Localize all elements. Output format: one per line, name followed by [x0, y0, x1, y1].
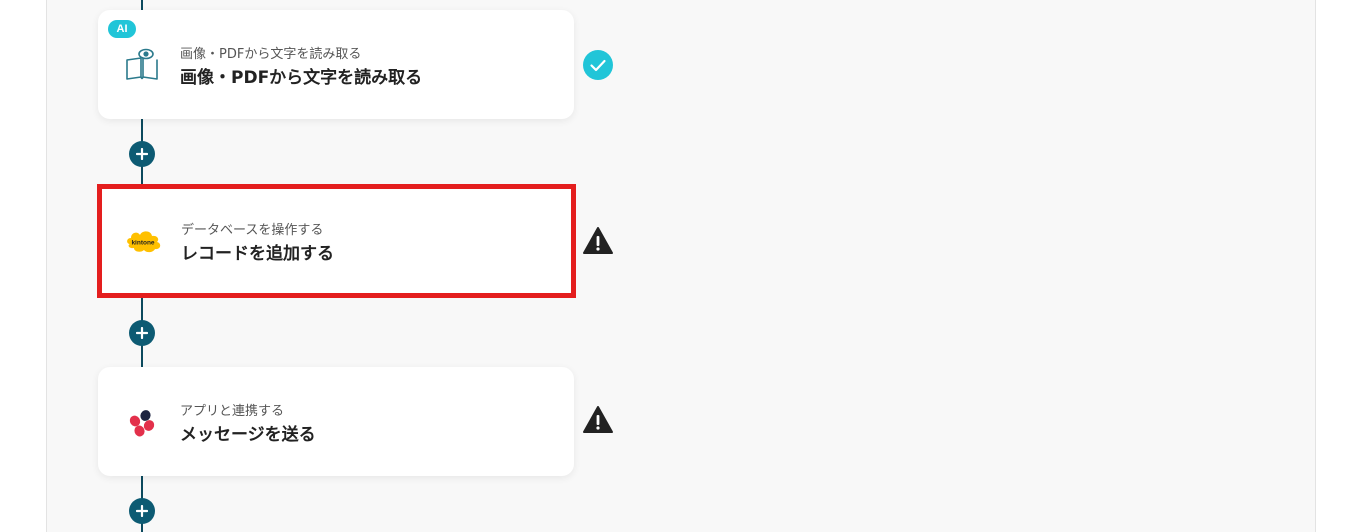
add-step-button[interactable] [129, 141, 155, 167]
plus-icon [136, 327, 148, 339]
chatwork-icon [122, 404, 162, 440]
add-step-button[interactable] [129, 320, 155, 346]
step-title: レコードを追加する [181, 244, 334, 264]
step-card-ocr[interactable]: AI 画像・PDFから文字を読み取る 画像・PDFから文字を読み取る [98, 10, 574, 119]
ai-badge: AI [108, 20, 136, 38]
step-subtitle: アプリと連携する [180, 404, 285, 419]
step-subtitle: データベースを操作する [181, 223, 324, 238]
warning-icon [582, 404, 614, 436]
kintone-icon: kintone [124, 223, 164, 259]
step-subtitle: 画像・PDFから文字を読み取る [180, 47, 362, 62]
add-step-button[interactable] [129, 498, 155, 524]
step-card-kintone[interactable]: kintone データベースを操作する レコードを追加する [97, 184, 576, 298]
step-card-chatwork[interactable]: アプリと連携する メッセージを送る [98, 367, 574, 476]
check-icon [582, 49, 614, 81]
plus-icon [136, 148, 148, 160]
warning-icon [582, 225, 614, 257]
ocr-book-eye-icon [122, 47, 162, 83]
svg-text:kintone: kintone [131, 240, 154, 247]
step-title: メッセージを送る [180, 425, 316, 445]
plus-icon [136, 505, 148, 517]
step-title: 画像・PDFから文字を読み取る [180, 68, 423, 88]
